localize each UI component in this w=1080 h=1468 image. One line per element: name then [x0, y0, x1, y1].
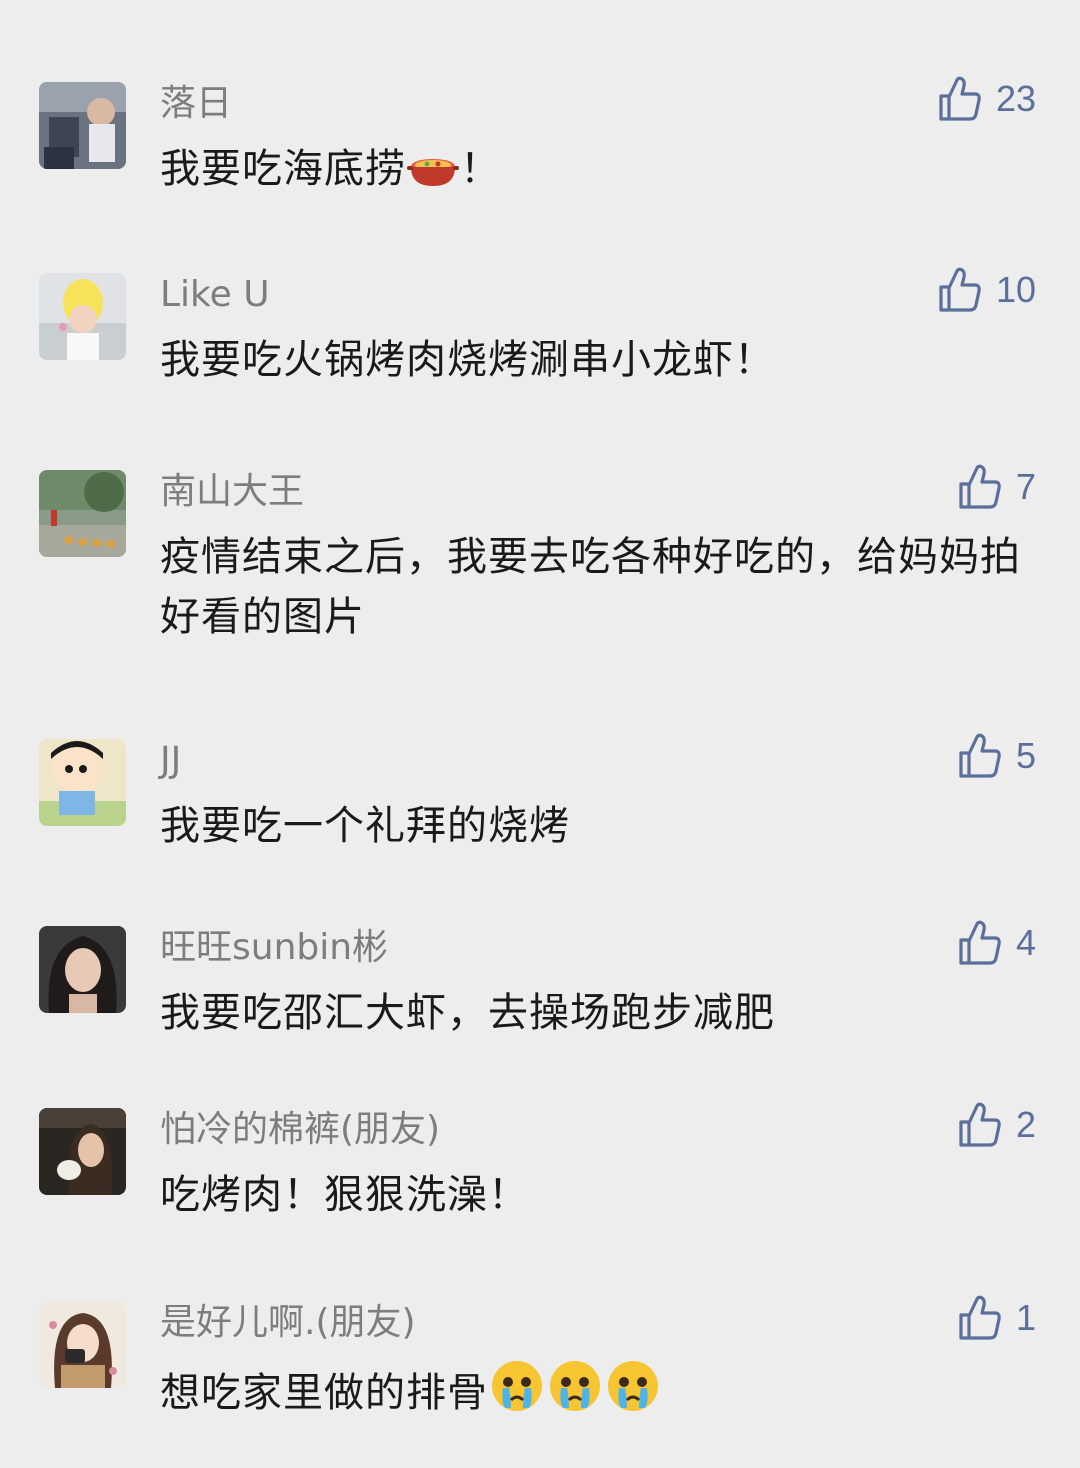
comment-text: 我要吃火锅烤肉烧烤涮串小龙虾！ [160, 337, 775, 383]
like-button[interactable]: 7 [958, 464, 1036, 510]
like-button[interactable]: 10 [938, 267, 1036, 313]
comment-text-suffix: ！ [460, 146, 501, 192]
avatar[interactable] [39, 926, 126, 1013]
user-name[interactable]: 旺旺sunbin彬 [160, 926, 388, 970]
comment-text: 吃烤肉！狠狠洗澡！ [160, 1172, 529, 1218]
user-name[interactable]: JJ [160, 739, 181, 783]
user-name[interactable]: 南山大王 [160, 470, 304, 514]
avatar[interactable] [39, 273, 126, 360]
avatar[interactable] [39, 1301, 126, 1388]
like-count: 4 [1015, 922, 1036, 963]
crying-face-emoji [547, 1358, 603, 1431]
comment-text: 我要吃海底捞 ！ [160, 139, 1030, 207]
thumbs-up-icon [958, 1295, 1002, 1341]
crying-face-emoji [605, 1358, 661, 1431]
comment-text: 我要吃一个礼拜的烧烤 [160, 803, 570, 849]
like-count: 23 [995, 78, 1036, 119]
like-count: 5 [1015, 735, 1036, 776]
crying-face-emoji [489, 1358, 545, 1431]
like-count: 2 [1015, 1104, 1036, 1145]
comment-text: 疫情结束之后，我要去吃各种好吃的，给妈妈拍好看的图片 [160, 534, 1021, 640]
like-button[interactable]: 4 [958, 920, 1036, 966]
avatar[interactable] [39, 82, 126, 169]
like-count: 7 [1015, 466, 1036, 507]
like-count: 10 [995, 269, 1036, 310]
like-count: 1 [1015, 1297, 1036, 1338]
like-button[interactable]: 5 [958, 733, 1036, 779]
like-button[interactable]: 23 [938, 76, 1036, 122]
comment-text: 想吃家里做的排骨 [160, 1358, 1030, 1431]
user-name[interactable]: 是好儿啊.(朋友) [160, 1301, 416, 1345]
user-name[interactable]: 怕冷的棉裤(朋友) [160, 1108, 440, 1152]
comment-list: 落日 我要吃海底捞 ！ 23 Like U 我要吃火锅烤肉烧烤涮串小龙虾！ 10 … [0, 0, 1080, 1468]
hotpot-emoji [407, 147, 459, 207]
comment-text-body: 想吃家里做的排骨 [160, 1370, 488, 1416]
avatar[interactable] [39, 470, 126, 557]
thumbs-up-icon [938, 76, 982, 122]
thumbs-up-icon [958, 1102, 1002, 1148]
avatar[interactable] [39, 739, 126, 826]
thumbs-up-icon [958, 464, 1002, 510]
thumbs-up-icon [938, 267, 982, 313]
user-name[interactable]: Like U [160, 273, 270, 317]
thumbs-up-icon [958, 733, 1002, 779]
thumbs-up-icon [958, 920, 1002, 966]
comment-text: 我要吃邵汇大虾，去操场跑步减肥 [160, 990, 775, 1036]
like-button[interactable]: 2 [958, 1102, 1036, 1148]
avatar[interactable] [39, 1108, 126, 1195]
user-name[interactable]: 落日 [160, 82, 232, 126]
comment-text-body: 我要吃海底捞 [160, 146, 406, 192]
like-button[interactable]: 1 [958, 1295, 1036, 1341]
